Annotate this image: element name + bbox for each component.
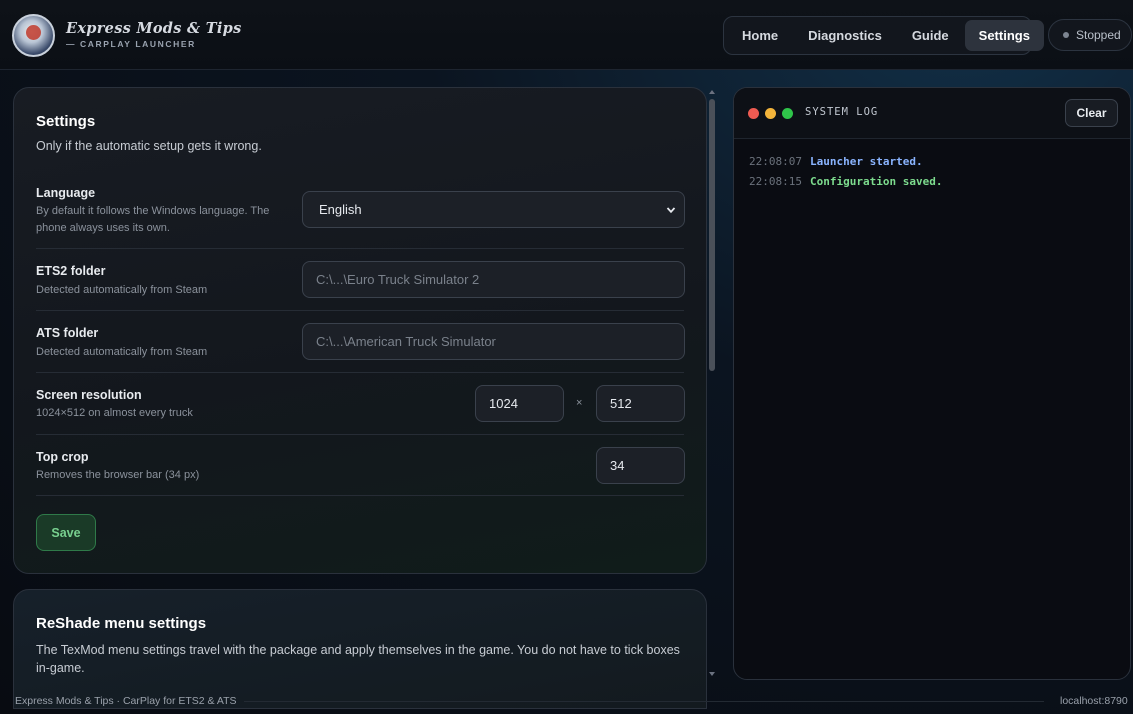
status-badge: Stopped <box>1048 19 1132 51</box>
resolution-separator: × <box>576 397 583 409</box>
settings-title: Settings <box>36 113 96 130</box>
tab-diagnostics[interactable]: Diagnostics <box>794 20 896 51</box>
clear-log-button[interactable]: Clear <box>1065 99 1118 127</box>
row-divider <box>36 495 684 496</box>
ats-folder-label: ATS folder <box>36 326 99 340</box>
footer-host: localhost:8790 <box>1060 695 1128 707</box>
resolution-width-input[interactable]: 1024 <box>475 385 564 422</box>
status-label: Stopped <box>1076 28 1121 42</box>
ats-folder-hint: Detected automatically from Steam <box>36 346 208 358</box>
resolution-label: Screen resolution <box>36 388 142 402</box>
row-divider <box>36 310 684 311</box>
ats-folder-input[interactable]: C:\...\American Truck Simulator <box>302 323 685 360</box>
system-log-title: SYSTEM LOG <box>805 106 879 118</box>
log-timestamp: 22:08:07 <box>749 155 802 168</box>
chevron-down-icon <box>666 206 676 213</box>
settings-scrollbar[interactable] <box>708 87 716 679</box>
language-select[interactable]: English <box>302 191 685 228</box>
row-divider <box>36 372 684 373</box>
top-crop-input[interactable]: 34 <box>596 447 685 484</box>
log-timestamp: 22:08:15 <box>749 175 802 188</box>
tab-home[interactable]: Home <box>728 20 792 51</box>
system-log-panel: SYSTEM LOG Clear 22:08:07 Launcher starte… <box>733 87 1131 680</box>
reshade-card: ReShade menu settings The TexMod menu se… <box>13 589 707 709</box>
row-divider <box>36 248 684 249</box>
window-close-dot-icon <box>748 108 759 119</box>
window-minimize-dot-icon <box>765 108 776 119</box>
ets2-folder-input[interactable]: C:\...\Euro Truck Simulator 2 <box>302 261 685 298</box>
ets2-folder-label: ETS2 folder <box>36 264 106 278</box>
main-nav: Home Diagnostics Guide Settings <box>723 16 1044 55</box>
resolution-height-input[interactable]: 512 <box>596 385 685 422</box>
scroll-down-icon[interactable] <box>709 672 715 676</box>
brand-subtitle: — CARPLAY LAUNCHER <box>66 39 196 49</box>
footer-divider <box>244 701 1044 702</box>
app-header: Express Mods & Tips — CARPLAY LAUNCHER H… <box>0 0 1133 70</box>
reshade-description: The TexMod menu settings travel with the… <box>36 643 680 675</box>
log-message: Launcher started. <box>809 155 923 168</box>
log-entry: 22:08:15 Configuration saved. <box>749 175 942 188</box>
top-crop-label: Top crop <box>36 450 89 464</box>
brand-title: Express Mods & Tips <box>66 20 242 37</box>
footer-credits: Express Mods & Tips · CarPlay for ETS2 &… <box>15 695 237 707</box>
resolution-hint: 1024×512 on almost every truck <box>36 407 193 419</box>
system-log-header: SYSTEM LOG Clear <box>734 88 1130 139</box>
settings-subtitle: Only if the automatic setup gets it wron… <box>36 139 262 153</box>
top-crop-hint: Removes the browser bar (34 px) <box>36 469 200 481</box>
brand-logo-icon <box>12 14 55 57</box>
language-label: Language <box>36 186 96 200</box>
log-message: Configuration saved. <box>809 175 943 188</box>
settings-card: Settings Only if the automatic setup get… <box>13 87 707 574</box>
scroll-up-icon[interactable] <box>709 90 715 94</box>
log-entry: 22:08:07 Launcher started. <box>749 155 923 168</box>
tab-settings[interactable]: Settings <box>964 20 1044 51</box>
ets2-folder-hint: Detected automatically from Steam <box>36 284 208 296</box>
window-maximize-dot-icon <box>782 108 793 119</box>
reshade-title: ReShade menu settings <box>36 615 207 632</box>
tab-guide[interactable]: Guide <box>898 20 963 51</box>
language-select-value: English <box>319 202 362 217</box>
status-dot-icon <box>1063 32 1069 38</box>
language-hint: By default it follows the Windows langua… <box>36 205 270 234</box>
scrollbar-thumb[interactable] <box>709 99 715 371</box>
row-divider <box>36 434 684 435</box>
save-button[interactable]: Save <box>36 514 96 551</box>
